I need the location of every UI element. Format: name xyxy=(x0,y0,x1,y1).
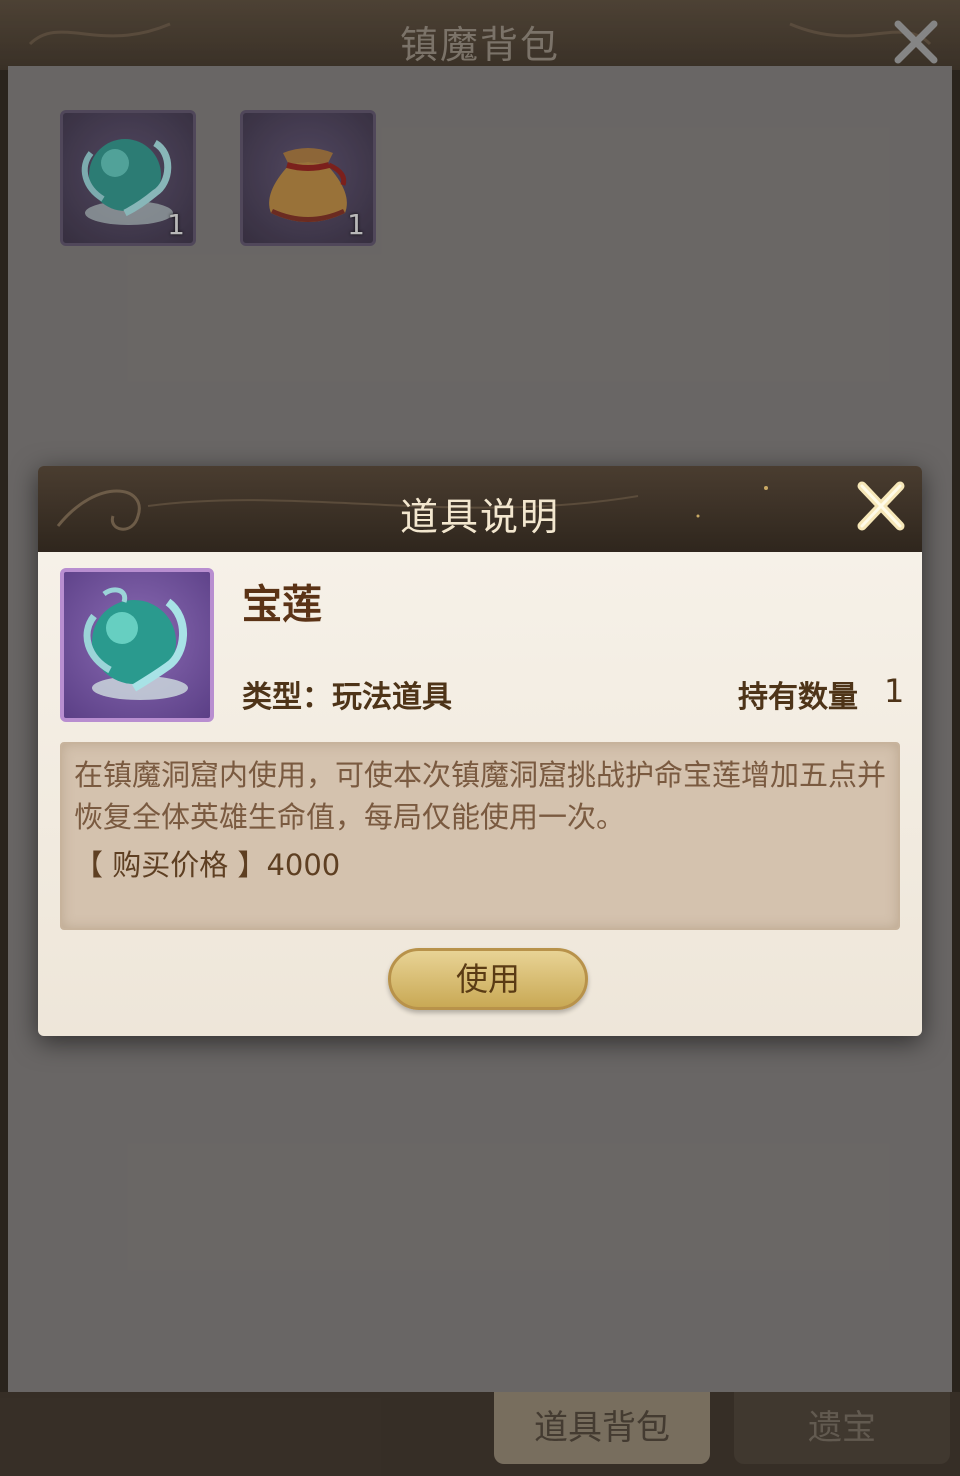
item-name: 宝莲 xyxy=(242,582,322,628)
price-label: 【 购买价格 】 xyxy=(74,848,267,882)
dialog-header: 道具说明 xyxy=(38,466,922,552)
close-icon xyxy=(857,481,905,531)
use-button[interactable]: 使用 xyxy=(388,948,588,1010)
item-description: 在镇魔洞窟内使用，可使本次镇魔洞窟挑战护命宝莲增加五点并恢复全体英雄生命值，每局… xyxy=(74,758,887,834)
dragon-orb-icon xyxy=(83,587,188,700)
price-value: 4000 xyxy=(266,848,341,882)
item-description-box: 在镇魔洞窟内使用，可使本次镇魔洞窟挑战护命宝莲增加五点并恢复全体英雄生命值，每局… xyxy=(60,742,900,930)
purchase-price: 【 购买价格 】4000 xyxy=(74,844,886,886)
dialog-body: 宝莲 类型：玩法道具 持有数量 1 在镇魔洞窟内使用，可使本次镇魔洞窟挑战护命宝… xyxy=(38,552,922,1036)
dialog-title: 道具说明 xyxy=(399,495,560,539)
owned-quantity-value: 1 xyxy=(884,672,905,710)
item-icon-frame xyxy=(60,568,214,722)
item-info-dialog: 道具说明 宝莲 类型：玩法道具 持有数量 1 在镇魔洞窟内使用，可使本次镇魔洞窟… xyxy=(38,466,922,1036)
item-type: 类型：玩法道具 xyxy=(242,680,452,715)
dialog-close-button[interactable] xyxy=(850,476,910,536)
owned-quantity-label: 持有数量 xyxy=(738,680,858,715)
